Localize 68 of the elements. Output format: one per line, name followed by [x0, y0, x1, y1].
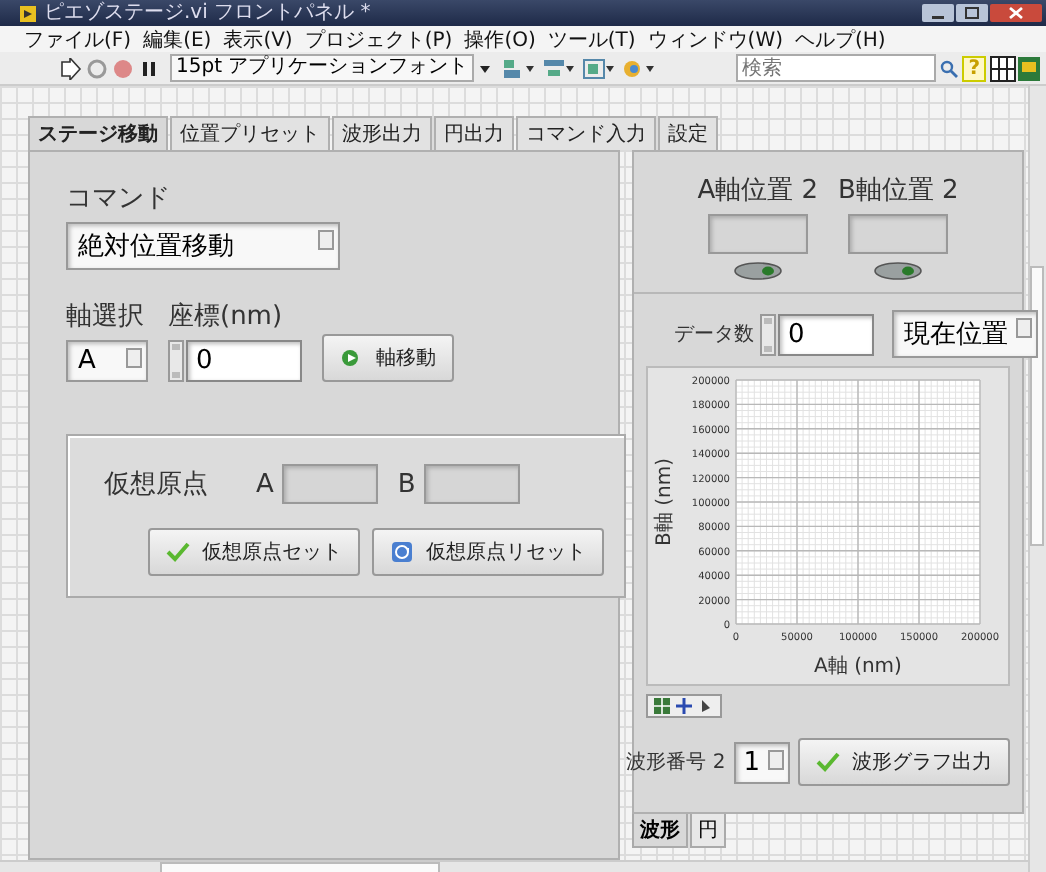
minimize-icon[interactable] [922, 4, 954, 22]
reset-icon [390, 542, 414, 562]
menu-item[interactable]: 操作(O) [464, 25, 536, 53]
wave-number-ring[interactable]: 1 [733, 741, 790, 783]
distribute-objects-icon[interactable] [542, 57, 579, 79]
wave-number-label: 波形番号 2 [626, 749, 726, 776]
axis-select-label: 軸選択 [66, 300, 146, 334]
checkmark-icon [166, 542, 190, 562]
tab[interactable]: コマンド入力 [516, 116, 656, 150]
pause-icon[interactable] [138, 57, 160, 79]
checkmark-icon [816, 752, 840, 772]
tab[interactable]: 波形出力 [332, 116, 432, 150]
run-arrow-icon[interactable] [60, 57, 82, 79]
align-objects-icon[interactable] [502, 57, 539, 79]
coordinate-label: 座標(nm) [168, 300, 285, 334]
tab[interactable]: 波形 [632, 814, 688, 848]
horizontal-scrollbar[interactable] [0, 860, 1028, 872]
resize-objects-icon[interactable] [582, 57, 619, 79]
grid-icon[interactable] [654, 698, 670, 714]
pointer-icon[interactable] [698, 698, 714, 714]
x-axis-label: A軸 (nm) [814, 656, 902, 678]
b-label: B [397, 469, 416, 499]
command-ring[interactable]: 絶対位置移動 [66, 222, 340, 270]
connector-pane-icon[interactable] [990, 55, 1042, 81]
coordinate-field[interactable]: 0 [186, 340, 302, 382]
axis-position-indicator [848, 214, 949, 254]
led-icon [733, 262, 782, 280]
reset-origin-button[interactable]: 仮想原点リセット [372, 528, 604, 576]
app-icon [20, 5, 36, 21]
close-icon[interactable] [990, 4, 1042, 22]
font-dropdown[interactable]: 15pt アプリケーションフォント [170, 54, 475, 82]
virtual-origin-label: 仮想原点 [104, 468, 208, 502]
search-field[interactable]: 検索 [736, 54, 937, 82]
tab[interactable]: ステージ移動 [28, 116, 168, 150]
menu-item[interactable]: ウィンドウ(W) [647, 25, 783, 53]
search-icon [940, 59, 959, 77]
crosshair-icon[interactable] [676, 698, 692, 714]
y-axis-label: B軸 (nm) [654, 458, 676, 546]
axis-move-button[interactable]: 軸移動 [322, 334, 454, 382]
menu-item[interactable]: 表示(V) [223, 25, 293, 53]
data-count-field[interactable]: 0 [778, 313, 874, 355]
tab[interactable]: 円 [690, 814, 726, 848]
menu-item[interactable]: ファイル(F) [24, 25, 132, 53]
mode-ring[interactable]: 現在位置 [892, 310, 1038, 358]
axis-position-indicator [707, 214, 808, 254]
menu-item[interactable]: ツール(T) [547, 25, 636, 53]
tab[interactable]: 位置プリセット [170, 116, 330, 150]
window-title: ピエゾステージ.vi フロントパネル * [44, 1, 371, 25]
reorder-icon[interactable] [622, 57, 659, 79]
set-origin-button[interactable]: 仮想原点セット [148, 528, 360, 576]
led-icon [874, 262, 923, 280]
menu-item[interactable]: 編集(E) [143, 25, 212, 53]
maximize-icon[interactable] [956, 4, 988, 22]
data-count-label: データ数 [674, 322, 754, 348]
axis-position-label: A軸位置 2 [697, 174, 818, 208]
axis-position-label: B軸位置 2 [837, 174, 959, 208]
b-origin-indicator [423, 464, 520, 504]
graph-palette[interactable] [646, 694, 722, 718]
axis-ring[interactable]: A [66, 340, 148, 382]
graph-output-button[interactable]: 波形グラフ出力 [798, 738, 1010, 786]
a-origin-indicator [281, 464, 378, 504]
menu-item[interactable]: ヘルプ(H) [795, 25, 886, 53]
a-label: A [256, 469, 274, 499]
command-label: コマンド [66, 182, 170, 216]
vertical-scrollbar[interactable] [1028, 86, 1046, 872]
menu-item[interactable]: プロジェクト(P) [304, 25, 453, 53]
tab[interactable]: 設定 [658, 116, 718, 150]
tab[interactable]: 円出力 [434, 116, 514, 150]
